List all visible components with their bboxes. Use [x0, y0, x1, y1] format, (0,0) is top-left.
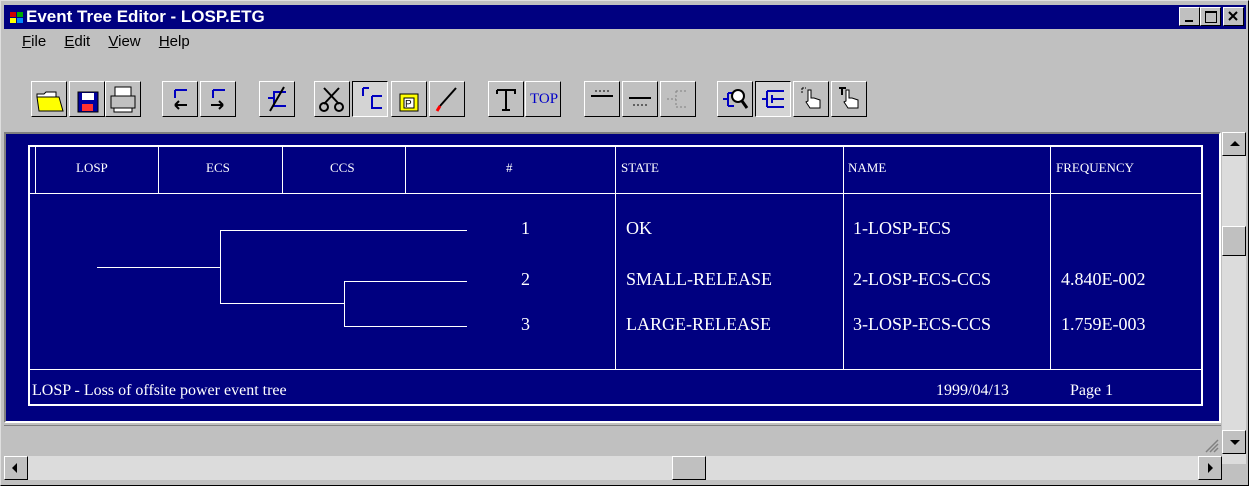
- header-frequency: FREQUENCY: [1056, 160, 1135, 175]
- header-number: #: [506, 160, 513, 175]
- app-icon: [10, 12, 23, 23]
- header-ccs: CCS: [330, 160, 355, 175]
- row-2-state: SMALL-RELEASE: [626, 269, 772, 289]
- footer-divider: [30, 369, 1201, 370]
- tree-date: 1999/04/13: [936, 382, 1009, 399]
- window-title: Event Tree Editor - LOSP.ETG: [26, 7, 265, 26]
- move-left-icon[interactable]: [162, 81, 198, 117]
- cut-icon[interactable]: [314, 81, 350, 117]
- toolbar: P TOP: [1, 55, 1249, 131]
- bracket-icon[interactable]: [660, 81, 696, 117]
- row-1-state: OK: [626, 218, 652, 238]
- paste-icon[interactable]: P: [391, 81, 427, 117]
- maximize-icon[interactable]: [1200, 7, 1221, 26]
- text-icon[interactable]: [488, 81, 524, 117]
- title-bar[interactable]: Event Tree Editor - LOSP.ETG: [4, 5, 1246, 29]
- minimize-icon[interactable]: [1179, 7, 1200, 26]
- row-2-name: 2-LOSP-ECS-CCS: [853, 269, 992, 289]
- tree-branch-ecs-split[interactable]: [220, 230, 221, 303]
- tree-branch-seq-1[interactable]: [220, 230, 467, 231]
- tree-branch-ccs-split[interactable]: [344, 281, 345, 326]
- top-icon[interactable]: TOP: [525, 81, 561, 117]
- text-pointer-icon[interactable]: [831, 81, 867, 117]
- vertical-scrollbar[interactable]: [1222, 132, 1246, 464]
- resize-grip-icon[interactable]: [1203, 437, 1219, 453]
- menu-view[interactable]: View: [108, 33, 140, 50]
- main-window: Event Tree Editor - LOSP.ETG File Edit V…: [0, 0, 1249, 486]
- branch-icon[interactable]: [259, 81, 295, 117]
- tree-branch-seq-3[interactable]: [344, 326, 467, 327]
- row-3-frequency: 1.759E-003: [1061, 314, 1146, 334]
- row-1-name: 1-LOSP-ECS: [853, 218, 952, 238]
- header-losp: LOSP: [76, 160, 108, 175]
- scroll-right-icon[interactable]: [1198, 456, 1222, 480]
- tree-description: LOSP - Loss of offsite power event tree: [32, 382, 287, 399]
- row-1-number: 1: [521, 218, 530, 238]
- close-icon[interactable]: [1223, 7, 1244, 26]
- menu-file[interactable]: File: [22, 33, 46, 50]
- status-bar: [4, 425, 1221, 455]
- draw-icon[interactable]: [429, 81, 465, 117]
- menu-bar: File Edit View Help: [22, 33, 204, 53]
- menu-edit[interactable]: Edit: [64, 33, 90, 50]
- vertical-scroll-thumb[interactable]: [1222, 226, 1246, 256]
- row-3-state: LARGE-RELEASE: [626, 314, 771, 334]
- line-above-icon[interactable]: [584, 81, 620, 117]
- event-tree-canvas[interactable]: LOSP ECS CCS # STATE NAME FREQUENCY 1 OK…: [4, 132, 1221, 423]
- scroll-down-icon[interactable]: [1222, 430, 1246, 454]
- copy-icon[interactable]: [352, 81, 388, 117]
- line-below-icon[interactable]: [622, 81, 658, 117]
- tree-branch-seq-2[interactable]: [344, 281, 467, 282]
- zoom-icon[interactable]: [717, 81, 753, 117]
- row-2-frequency: 4.840E-002: [1061, 269, 1146, 289]
- tree-branch-initiator[interactable]: [97, 267, 220, 268]
- page-number: Page 1: [1070, 382, 1114, 399]
- header-ecs: ECS: [206, 160, 230, 175]
- tree-icon[interactable]: [755, 81, 791, 117]
- row-3-name: 3-LOSP-ECS-CCS: [853, 314, 992, 334]
- row-2-number: 2: [521, 269, 530, 289]
- print-icon[interactable]: [105, 81, 141, 117]
- horizontal-scroll-thumb[interactable]: [672, 456, 706, 480]
- tree-branch-ecs-fail[interactable]: [220, 303, 344, 304]
- hand-pointer-icon[interactable]: [793, 81, 829, 117]
- header-name: NAME: [848, 160, 887, 175]
- menu-help[interactable]: Help: [159, 33, 190, 50]
- scroll-up-icon[interactable]: [1222, 132, 1246, 156]
- header-state: STATE: [621, 160, 659, 175]
- row-3-number: 3: [521, 314, 530, 334]
- scroll-left-icon[interactable]: [4, 456, 28, 480]
- open-icon[interactable]: [31, 81, 67, 117]
- move-right-icon[interactable]: [200, 81, 236, 117]
- svg-text:P: P: [405, 99, 412, 110]
- horizontal-scrollbar[interactable]: [4, 456, 1222, 480]
- event-tree-grid: LOSP ECS CCS # STATE NAME FREQUENCY 1 OK…: [28, 145, 1203, 406]
- save-icon[interactable]: [69, 81, 105, 117]
